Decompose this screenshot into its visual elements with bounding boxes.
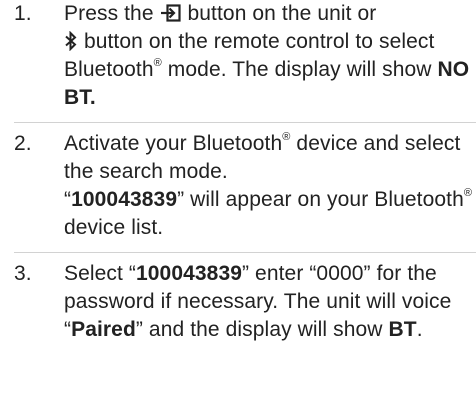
voice-text-paired: Paired [71,318,136,341]
step-text: ” will appear on your Bluetooth [177,188,464,211]
step-text: mode. The display will show [167,58,432,81]
step-text: Select “ [64,262,136,285]
step-text: Press the [64,2,154,25]
source-input-icon [160,3,182,23]
bluetooth-icon [64,31,78,51]
instruction-steps: 1. Press the button on the unit or butto… [14,0,476,344]
step-number: 3. [14,262,32,285]
registered-mark: ® [463,187,473,199]
step-text: . [416,318,423,341]
step-3: 3. Select “100043839” enter “0000” for t… [14,252,476,344]
registered-mark: ® [153,57,162,69]
step-text: ” and the display will show [135,318,383,341]
step-1: 1. Press the button on the unit or butto… [14,0,476,112]
step-2: 2. Activate your Bluetooth® device and s… [14,122,476,242]
step-text: device list. [64,216,164,239]
step-number: 2. [14,132,32,155]
step-text: Activate your Bluetooth [64,132,283,155]
registered-mark: ® [282,131,291,143]
display-text-bt: BT [388,318,417,341]
step-text: button on the unit or [187,2,377,25]
device-name: 100043839 [71,188,178,211]
device-name: 100043839 [136,262,243,285]
step-number: 1. [14,2,32,25]
